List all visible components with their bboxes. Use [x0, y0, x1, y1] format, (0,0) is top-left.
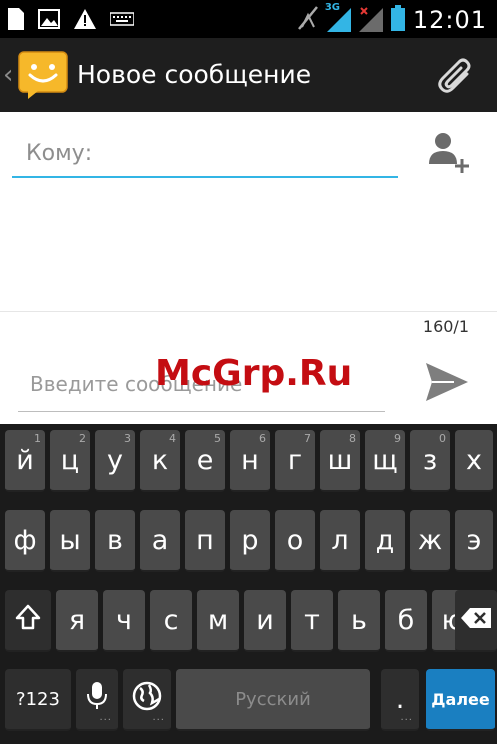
- key[interactable]: е5: [185, 430, 225, 492]
- key[interactable]: й1: [5, 430, 45, 492]
- soft-keyboard: й1 ц2 у3 к4 е5 н6 г7 ш8 щ9 з0 х ф ы в а …: [0, 424, 497, 744]
- key[interactable]: б: [385, 590, 427, 652]
- key[interactable]: т: [291, 590, 333, 652]
- messaging-app-icon[interactable]: [18, 51, 68, 99]
- period-key[interactable]: . ···: [381, 669, 419, 731]
- back-chevron-icon[interactable]: ‹: [3, 62, 13, 88]
- numbers-key[interactable]: ?123: [5, 669, 71, 731]
- microphone-icon: [86, 681, 108, 718]
- more-dots-icon: ···: [152, 715, 165, 726]
- more-dots-icon: ···: [400, 715, 413, 726]
- backspace-key[interactable]: [455, 590, 497, 652]
- recipient-area: [0, 112, 497, 312]
- more-dots-icon: ···: [99, 715, 112, 726]
- status-bar: 3G 12:01: [0, 0, 497, 38]
- key[interactable]: р: [230, 510, 270, 572]
- key[interactable]: г7: [275, 430, 315, 492]
- key[interactable]: н6: [230, 430, 270, 492]
- globe-icon: [132, 681, 162, 718]
- key[interactable]: ц2: [50, 430, 90, 492]
- key[interactable]: ы: [50, 510, 90, 572]
- watermark: McGrp.Ru: [155, 353, 353, 394]
- key[interactable]: ь: [338, 590, 380, 652]
- shift-key[interactable]: [5, 590, 51, 652]
- space-key[interactable]: Русский: [176, 669, 370, 731]
- key[interactable]: а: [140, 510, 180, 572]
- key[interactable]: ф: [5, 510, 45, 572]
- add-contact-icon[interactable]: [427, 130, 471, 174]
- page-title: Новое сообщение: [77, 60, 312, 89]
- key[interactable]: с: [150, 590, 192, 652]
- key[interactable]: ч: [103, 590, 145, 652]
- keyboard-row-1: й1 ц2 у3 к4 е5 н6 г7 ш8 щ9 з0 х: [0, 430, 497, 496]
- key[interactable]: м: [197, 590, 239, 652]
- action-bar: ‹ Новое сообщение: [0, 38, 497, 112]
- voice-input-key[interactable]: ···: [76, 669, 118, 731]
- key[interactable]: э: [455, 510, 493, 572]
- attachment-icon[interactable]: [435, 56, 475, 96]
- signal-x-icon: [358, 4, 383, 36]
- keyboard-row-2: ф ы в а п р о л д ж э: [0, 510, 497, 576]
- image-icon: [38, 9, 60, 33]
- key[interactable]: д: [365, 510, 405, 572]
- key[interactable]: л: [320, 510, 360, 572]
- shift-icon: [15, 604, 41, 637]
- key[interactable]: в: [95, 510, 135, 572]
- key[interactable]: ш8: [320, 430, 360, 492]
- no-signal-icon: [297, 5, 319, 35]
- keyboard-row-3: я ч с м и т ь б ю: [0, 590, 497, 656]
- warning-icon: [74, 9, 96, 33]
- language-key[interactable]: ···: [123, 669, 171, 731]
- recipient-input[interactable]: [12, 130, 398, 178]
- sim-card-icon: [8, 8, 24, 34]
- battery-icon: [390, 5, 405, 35]
- signal-icon: 3G: [325, 2, 351, 36]
- next-key[interactable]: Далее: [426, 669, 495, 731]
- keyboard-row-4: ?123 ··· ··· Русский . ··· Далее: [0, 669, 497, 735]
- key[interactable]: п: [185, 510, 225, 572]
- char-counter: 160/1: [422, 317, 469, 336]
- keyboard-icon: [109, 11, 135, 31]
- key[interactable]: ж: [410, 510, 450, 572]
- key[interactable]: и: [244, 590, 286, 652]
- send-icon[interactable]: [424, 361, 470, 403]
- key[interactable]: у3: [95, 430, 135, 492]
- key[interactable]: о: [275, 510, 315, 572]
- key[interactable]: з0: [410, 430, 450, 492]
- clock: 12:01: [412, 6, 487, 34]
- key[interactable]: х: [455, 430, 493, 492]
- divider: [0, 311, 497, 312]
- key[interactable]: я: [56, 590, 98, 652]
- key[interactable]: щ9: [365, 430, 405, 492]
- backspace-icon: [460, 605, 492, 636]
- key[interactable]: к4: [140, 430, 180, 492]
